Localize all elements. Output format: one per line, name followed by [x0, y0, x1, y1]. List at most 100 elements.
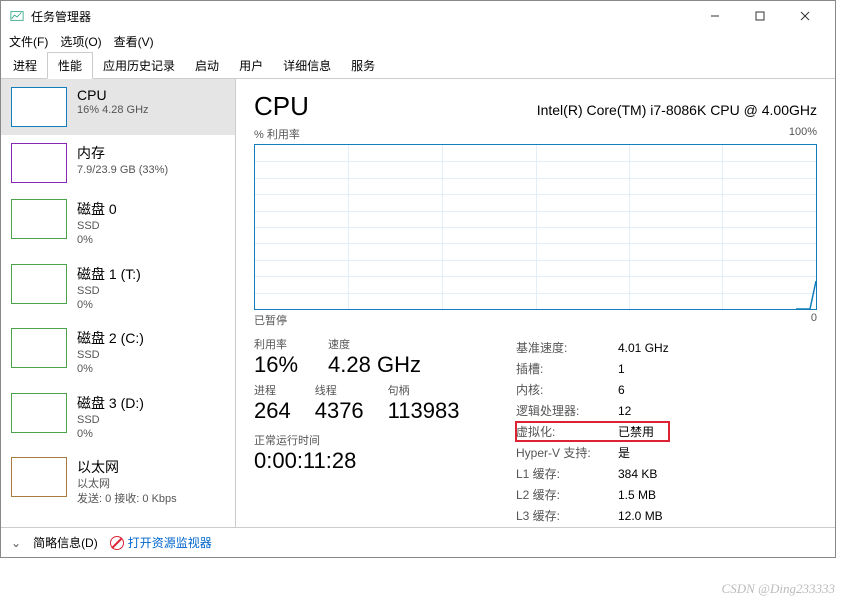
tab-app-history[interactable]: 应用历史记录: [93, 53, 185, 78]
sidebar-sub: SSD: [77, 348, 144, 362]
l2-label: L2 缓存:: [516, 485, 616, 504]
minimize-button[interactable]: [692, 1, 737, 31]
sidebar-label: 磁盘 0: [77, 199, 117, 219]
disk-thumb-icon: [11, 393, 67, 433]
chart-paused-label: 已暂停: [254, 312, 287, 328]
sidebar-sub: 0%: [77, 298, 141, 312]
watermark: CSDN @Ding233333: [722, 581, 835, 597]
performance-sidebar[interactable]: CPU 16% 4.28 GHz 内存 7.9/23.9 GB (33%) 磁盘…: [1, 79, 236, 527]
open-resource-monitor-link[interactable]: 打开资源监视器: [110, 534, 212, 551]
base-speed-value: 4.01 GHz: [618, 338, 669, 357]
sidebar-sub: 16% 4.28 GHz: [77, 103, 149, 117]
page-title: CPU: [254, 91, 309, 122]
speed-value: 4.28 GHz: [328, 352, 421, 378]
sidebar-sub: SSD: [77, 219, 117, 233]
chart-xright: 0: [811, 312, 817, 328]
virtualization-value: 已禁用: [618, 422, 669, 441]
main-panel: CPU Intel(R) Core(TM) i7-8086K CPU @ 4.0…: [236, 79, 835, 527]
title-bar[interactable]: 任务管理器: [1, 1, 835, 31]
l1-label: L1 缓存:: [516, 464, 616, 483]
chart-ymax: 100%: [789, 126, 817, 142]
thread-label: 线程: [315, 382, 364, 398]
cores-label: 内核:: [516, 380, 616, 399]
l3-label: L3 缓存:: [516, 506, 616, 525]
logical-proc-label: 逻辑处理器:: [516, 401, 616, 420]
sidebar-item-memory[interactable]: 内存 7.9/23.9 GB (33%): [1, 135, 235, 191]
close-button[interactable]: [782, 1, 827, 31]
sidebar-item-disk2[interactable]: 磁盘 2 (C:) SSD 0%: [1, 320, 235, 385]
menu-file[interactable]: 文件(F): [9, 33, 48, 50]
l3-value: 12.0 MB: [618, 506, 669, 525]
util-value: 16%: [254, 352, 298, 378]
sidebar-label: 磁盘 2 (C:): [77, 328, 144, 348]
cpu-model: Intel(R) Core(TM) i7-8086K CPU @ 4.00GHz: [537, 102, 817, 118]
sidebar-label: CPU: [77, 87, 149, 103]
logical-proc-value: 12: [618, 401, 669, 420]
cpu-usage-chart[interactable]: [254, 144, 817, 310]
hyperv-value: 是: [618, 443, 669, 462]
task-manager-window: 任务管理器 文件(F) 选项(O) 查看(V) 进程 性能 应用历史记录 启动 …: [0, 0, 836, 558]
cores-value: 6: [618, 380, 669, 399]
disk-thumb-icon: [11, 264, 67, 304]
sockets-value: 1: [618, 359, 669, 378]
sidebar-item-disk1[interactable]: 磁盘 1 (T:) SSD 0%: [1, 256, 235, 321]
uptime-value: 0:00:11:28: [254, 448, 474, 474]
sidebar-label: 磁盘 1 (T:): [77, 264, 141, 284]
resource-monitor-icon: [110, 536, 124, 550]
l1-value: 384 KB: [618, 464, 669, 483]
tab-users[interactable]: 用户: [229, 53, 273, 78]
chevron-down-icon[interactable]: ⌄: [11, 536, 21, 550]
chart-ylabel: % 利用率: [254, 126, 300, 142]
base-speed-label: 基准速度:: [516, 338, 616, 357]
window-controls: [692, 1, 827, 31]
tab-processes[interactable]: 进程: [3, 53, 47, 78]
tab-startup[interactable]: 启动: [185, 53, 229, 78]
tab-details[interactable]: 详细信息: [273, 53, 341, 78]
tab-bar: 进程 性能 应用历史记录 启动 用户 详细信息 服务: [1, 51, 835, 79]
resmon-label: 打开资源监视器: [128, 534, 212, 551]
sidebar-sub: 发送: 0 接收: 0 Kbps: [77, 492, 177, 506]
maximize-button[interactable]: [737, 1, 782, 31]
menu-options[interactable]: 选项(O): [60, 33, 101, 50]
thread-value: 4376: [315, 398, 364, 424]
cpu-thumb-icon: [11, 87, 67, 127]
content-body: CPU 16% 4.28 GHz 内存 7.9/23.9 GB (33%) 磁盘…: [1, 79, 835, 527]
disk-thumb-icon: [11, 199, 67, 239]
sidebar-sub: 0%: [77, 362, 144, 376]
sidebar-sub: 0%: [77, 427, 144, 441]
sidebar-item-disk0[interactable]: 磁盘 0 SSD 0%: [1, 191, 235, 256]
sidebar-sub: SSD: [77, 413, 144, 427]
proc-label: 进程: [254, 382, 291, 398]
sidebar-sub: 以太网: [77, 477, 177, 491]
window-title: 任务管理器: [31, 8, 692, 25]
memory-thumb-icon: [11, 143, 67, 183]
speed-label: 速度: [328, 336, 421, 352]
l2-value: 1.5 MB: [618, 485, 669, 504]
uptime-label: 正常运行时间: [254, 432, 474, 448]
sidebar-label: 以太网: [77, 457, 177, 477]
sidebar-sub: 7.9/23.9 GB (33%): [77, 163, 168, 177]
tab-services[interactable]: 服务: [341, 53, 385, 78]
fewer-details-button[interactable]: 简略信息(D): [33, 534, 98, 551]
sidebar-sub: SSD: [77, 284, 141, 298]
footer-bar: ⌄ 简略信息(D) 打开资源监视器: [1, 527, 835, 557]
sidebar-item-disk3[interactable]: 磁盘 3 (D:) SSD 0%: [1, 385, 235, 450]
app-icon: [9, 8, 25, 24]
stats-area: 利用率 16% 速度 4.28 GHz 进程 264: [254, 336, 817, 527]
handle-label: 句柄: [388, 382, 460, 398]
chart-spike-icon: [796, 279, 816, 309]
tab-performance[interactable]: 性能: [47, 52, 93, 79]
proc-value: 264: [254, 398, 291, 424]
disk-thumb-icon: [11, 328, 67, 368]
sidebar-label: 磁盘 3 (D:): [77, 393, 144, 413]
util-label: 利用率: [254, 336, 298, 352]
sidebar-item-ethernet[interactable]: 以太网 以太网 发送: 0 接收: 0 Kbps: [1, 449, 235, 514]
virtualization-label: 虚拟化:: [516, 422, 616, 441]
sidebar-sub: 0%: [77, 233, 117, 247]
handle-value: 113983: [388, 398, 460, 424]
sidebar-label: 内存: [77, 143, 168, 163]
menu-bar: 文件(F) 选项(O) 查看(V): [1, 31, 835, 51]
hyperv-label: Hyper-V 支持:: [516, 443, 616, 462]
menu-view[interactable]: 查看(V): [114, 33, 154, 50]
sidebar-item-cpu[interactable]: CPU 16% 4.28 GHz: [1, 79, 235, 135]
